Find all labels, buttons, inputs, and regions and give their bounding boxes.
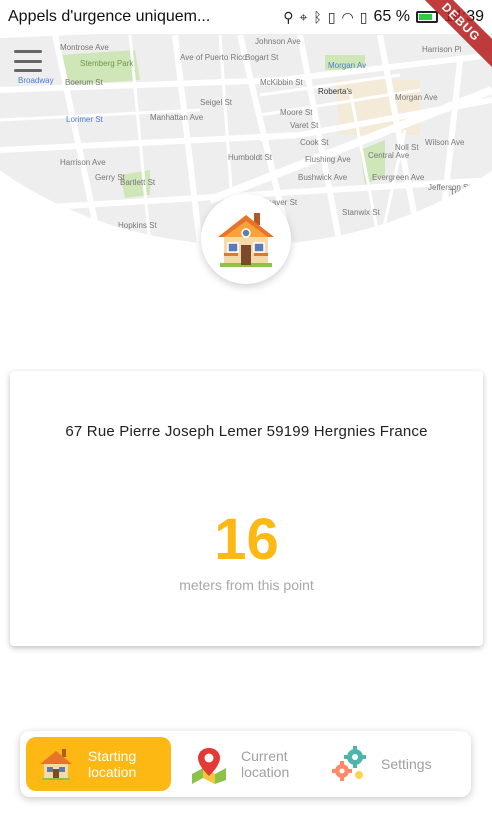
nav-label-line1: Settings [381,756,432,772]
distance-label: meters from this point [179,577,314,593]
map-label: Montrose Ave [60,43,109,52]
map-label: Central Ave [368,151,410,160]
map-label: Ave of Puerto Rico [180,53,247,62]
notification-text: Appels d'urgence uniquem... [8,8,211,25]
map-pin-icon [192,748,226,784]
map-label: Varet St [290,121,319,130]
map-label: Humboldt St [228,153,273,162]
map-label: Moore St [280,108,313,117]
vibrate-icon: ▯ [327,8,336,25]
bottom-navigation: Starting location Current location Setti… [20,731,471,797]
map-label: Stanwix St [342,208,381,217]
map-label: Evergreen Ave [372,173,425,182]
map-label: Bogart St [245,53,279,62]
battery-icon [415,11,438,23]
house-icon [218,213,274,267]
map-label: Starr St [462,201,490,210]
battery-percent: 65 % [373,8,410,25]
map-label: Seigel St [200,98,233,107]
map-label: Cook St [300,138,329,147]
nav-label-line1: Current [241,748,288,764]
location-icon: ⌖ [299,8,308,25]
map-label: Roberta's [318,87,352,96]
map-label: Broadway [18,76,54,85]
map-label: Stemberg Park [80,59,134,68]
usb-icon: ⚲ [283,8,294,25]
gears-icon [332,746,366,781]
map-label: Johnson Ave [255,37,301,46]
status-bar: Appels d'urgence uniquem... ⚲ ⌖ ᛒ ▯ ◠ ▯ … [0,0,492,34]
map-label: Harrison Pl [422,45,462,54]
wifi-icon: ◠ [341,8,354,25]
map-label: Wilson Ave [425,138,465,147]
map-label: Harrison Ave [60,158,106,167]
map-label: Boerum St [65,78,104,87]
map-label: McKibbin St [260,78,303,87]
map-label: Morgan Av [328,61,366,70]
nav-starting-location[interactable]: Starting location [26,737,171,791]
bluetooth-icon: ᛒ [313,9,322,25]
map-label: Bushwick Ave [298,173,348,182]
nav-settings[interactable]: Settings [319,737,459,791]
location-card: 67 Rue Pierre Joseph Lemer 59199 Hergnie… [10,371,483,646]
app-screen: Montrose Ave Stemberg Park Boerum St Joh… [0,0,492,820]
nav-label-line2: location [88,764,137,780]
nav-current-location[interactable]: Current location [179,737,319,791]
menu-icon[interactable] [14,50,42,72]
map-label: Flushing Ave [305,155,351,164]
map-label: Troutman St [450,188,492,197]
map-label: Hopkins St [118,221,157,230]
house-icon [40,749,72,780]
map-label: Lorimer St [66,115,104,124]
starting-location-avatar [201,194,291,284]
address-text: 67 Rue Pierre Joseph Lemer 59199 Hergnie… [65,423,428,440]
nav-label-line2: location [241,764,290,780]
map-label: Bartlett St [120,178,156,187]
nav-label-line1: Starting [88,748,137,764]
distance-value: 16 [214,507,279,572]
map-label: Manhattan Ave [150,113,204,122]
map-label: Noll St [395,143,419,152]
map-label: Morgan Ave [395,93,438,102]
battery-saver-icon: ▯ [359,8,368,25]
